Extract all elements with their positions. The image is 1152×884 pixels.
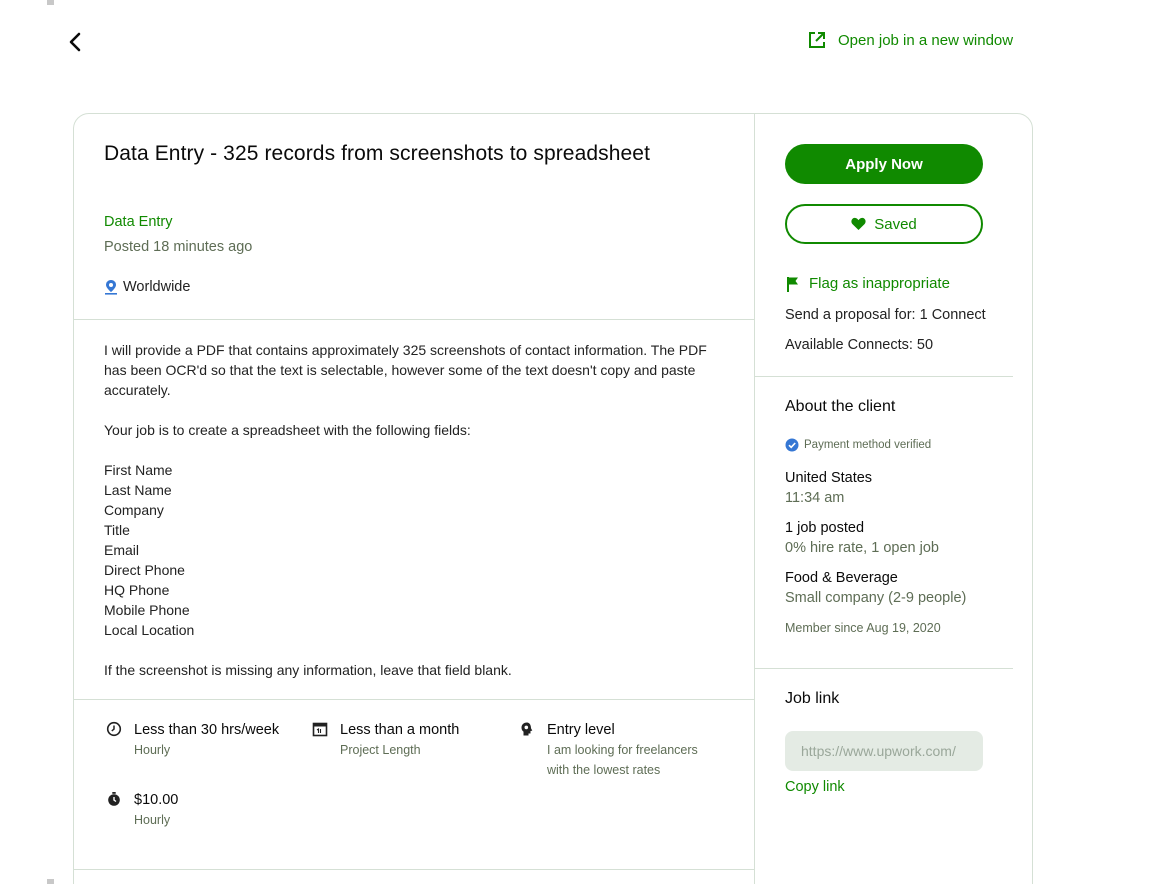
divider xyxy=(74,319,755,320)
copy-link-button[interactable]: Copy link xyxy=(785,779,845,795)
flag-icon xyxy=(787,276,798,292)
heart-icon xyxy=(851,217,866,230)
field-item: First Name xyxy=(104,462,173,478)
client-company: Food & Beverage Small company (2-9 peopl… xyxy=(785,568,966,608)
client-jobs: 1 job posted 0% hire rate, 1 open job xyxy=(785,518,939,558)
flag-label: Flag as inappropriate xyxy=(809,275,950,292)
client-hire-rate: 0% hire rate, 1 open job xyxy=(785,540,939,556)
job-title: Data Entry - 325 records from screenshot… xyxy=(104,142,651,165)
feature-hours: Less than 30 hrs/week Hourly xyxy=(104,720,279,760)
job-details-page: Open job in a new window Data Entry - 32… xyxy=(0,0,1152,884)
rate-label: Hourly xyxy=(134,813,171,827)
saved-button[interactable]: Saved xyxy=(785,204,983,244)
job-link-title: Job link xyxy=(785,690,840,707)
divider xyxy=(74,699,755,700)
external-link-icon xyxy=(809,32,825,48)
field-item: Direct Phone xyxy=(104,562,185,578)
client-industry: Food & Beverage xyxy=(785,570,898,586)
field-item: Mobile Phone xyxy=(104,602,190,618)
job-location: Worldwide xyxy=(104,279,190,295)
job-link-field[interactable] xyxy=(785,731,983,771)
divider xyxy=(755,668,1013,669)
job-category-link[interactable]: Data Entry xyxy=(104,214,173,230)
verified-badge-icon xyxy=(785,438,799,452)
about-client-title: About the client xyxy=(785,398,896,415)
field-item: Company xyxy=(104,502,164,518)
apply-now-button[interactable]: Apply Now xyxy=(785,144,983,184)
client-country: United States xyxy=(785,470,873,486)
saved-label: Saved xyxy=(874,215,917,233)
feature-rate: $10.00 Hourly xyxy=(104,790,178,830)
description-paragraph: I will provide a PDF that contains appro… xyxy=(104,342,707,398)
job-sidebar: Apply Now Saved Flag as inappropriate Se… xyxy=(755,114,1032,884)
field-item: HQ Phone xyxy=(104,582,170,598)
job-description: I will provide a PDF that contains appro… xyxy=(104,340,724,680)
client-jobs-posted: 1 job posted xyxy=(785,520,865,536)
brain-head-icon xyxy=(521,722,533,736)
open-new-window-label: Open job in a new window xyxy=(838,31,1014,49)
chevron-left-icon xyxy=(69,32,81,52)
field-item: Email xyxy=(104,542,140,558)
job-features: Less than 30 hrs/week Hourly Less than a… xyxy=(104,720,734,840)
payment-verified: Payment method verified xyxy=(785,438,931,452)
description-paragraph: If the screenshot is missing any informa… xyxy=(104,662,512,678)
stopwatch-icon xyxy=(108,792,120,806)
location-pin-icon xyxy=(105,280,117,295)
field-item: Last Name xyxy=(104,482,172,498)
back-button[interactable] xyxy=(64,30,88,54)
calendar-icon xyxy=(312,722,328,737)
flag-inappropriate-link[interactable]: Flag as inappropriate xyxy=(785,275,950,292)
divider xyxy=(755,376,1013,377)
length-value: Less than a month xyxy=(340,722,460,738)
feature-length: Less than a month Project Length xyxy=(310,720,459,760)
job-main-column: Data Entry - 325 records from screenshot… xyxy=(74,114,755,884)
field-item: Title xyxy=(104,522,130,538)
clock-icon xyxy=(106,721,122,737)
field-item: Local Location xyxy=(104,622,195,638)
posted-time: Posted 18 minutes ago xyxy=(104,239,253,255)
available-connects: Available Connects: 50 xyxy=(785,337,934,353)
client-local-time: 11:34 am xyxy=(785,490,845,506)
level-description: with the lowest rates xyxy=(547,763,661,777)
client-location: United States 11:34 am xyxy=(785,468,872,508)
level-description: I am looking for freelancers xyxy=(547,743,698,757)
member-since: Member since Aug 19, 2020 xyxy=(785,621,941,635)
hours-value: Less than 30 hrs/week xyxy=(134,722,280,738)
client-company-size: Small company (2-9 people) xyxy=(785,590,967,606)
open-job-new-window-link[interactable]: Open job in a new window xyxy=(808,31,1013,49)
feature-level: Entry level I am looking for freelancers… xyxy=(517,720,698,780)
corner-mark xyxy=(47,0,54,5)
length-label: Project Length xyxy=(340,743,421,757)
job-card: Data Entry - 325 records from screenshot… xyxy=(73,113,1033,884)
description-paragraph: Your job is to create a spreadsheet with… xyxy=(104,422,471,438)
payment-verified-label: Payment method verified xyxy=(804,439,932,451)
corner-mark xyxy=(47,879,54,884)
rate-value: $10.00 xyxy=(134,792,179,808)
level-value: Entry level xyxy=(547,722,615,738)
location-label: Worldwide xyxy=(123,279,191,295)
hours-label: Hourly xyxy=(134,743,171,757)
proposal-cost: Send a proposal for: 1 Connect xyxy=(785,307,986,323)
divider xyxy=(74,869,755,870)
